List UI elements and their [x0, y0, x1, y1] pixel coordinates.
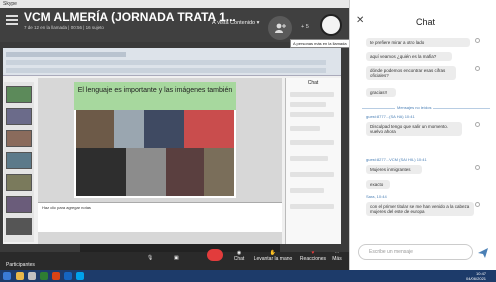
window-titlebar: Skype — [0, 0, 349, 8]
shared-chat-message — [290, 204, 334, 209]
camera-icon[interactable]: ▣ — [174, 255, 179, 261]
window-title: Skype — [3, 1, 17, 7]
taskbar-app-icon[interactable] — [16, 272, 24, 280]
mic-icon[interactable]: 🎙 — [147, 255, 153, 261]
chat-button[interactable]: ◉ Chat — [233, 250, 245, 262]
close-icon[interactable]: ✕ — [356, 15, 364, 26]
end-call-button[interactable] — [207, 249, 223, 261]
slide-photo — [76, 148, 126, 196]
slide-photo — [114, 110, 144, 148]
hamburger-menu-icon[interactable] — [6, 15, 18, 25]
slide-thumb[interactable] — [6, 86, 32, 103]
chat-message: te prefiere mirar a otro lado — [366, 38, 470, 47]
shared-chat-message — [290, 172, 334, 177]
avatar-tooltip: A personas más en la llamada — [290, 39, 351, 48]
shared-chat-message — [290, 112, 334, 117]
more-button[interactable]: ⋯ Más — [330, 250, 344, 262]
slide-photo — [76, 110, 114, 148]
react-icon[interactable] — [475, 38, 480, 43]
reactions-button[interactable]: ♥ Reacciones — [296, 250, 330, 262]
shared-chat-message — [290, 140, 334, 145]
slide-thumb[interactable] — [6, 174, 32, 191]
slide-thumb[interactable] — [6, 108, 32, 125]
message-input[interactable]: Escribe un mensaje — [358, 244, 473, 260]
slide-photo — [144, 110, 184, 148]
ribbon-tabs — [6, 52, 126, 57]
taskbar-clock: 10:47 04/06/2021 — [466, 271, 486, 281]
slide-thumb[interactable] — [6, 152, 32, 169]
slide-title: El lenguaje es importante y las imágenes… — [77, 87, 233, 94]
chat-label: Chat — [233, 256, 245, 262]
add-participant-button[interactable] — [268, 16, 292, 40]
reactions-label: Reacciones — [299, 256, 327, 262]
start-icon[interactable] — [3, 272, 11, 280]
ribbon-tools — [6, 60, 326, 65]
more-label: Más — [332, 256, 342, 262]
slide-thumb[interactable] — [6, 218, 32, 235]
taskbar-app-icon[interactable] — [40, 272, 48, 280]
skype-icon[interactable] — [76, 272, 84, 280]
slide-photo — [166, 148, 204, 196]
react-icon[interactable] — [475, 66, 480, 71]
content-view-label: À vista Contenido — [212, 20, 256, 26]
message-sender: Sara, 10:44 — [366, 194, 387, 199]
taskbar-app-icon[interactable] — [52, 272, 60, 280]
content-view-button[interactable]: À vista Contenido ▾ — [212, 20, 259, 26]
react-icon[interactable] — [475, 202, 480, 207]
chat-message: gracias!! — [366, 88, 396, 97]
send-icon[interactable] — [477, 246, 489, 258]
slide-thumb[interactable] — [6, 196, 32, 213]
message-sender: guest:8277...VCM (SAI HIL) 10:41 — [366, 157, 427, 162]
add-person-icon — [275, 23, 286, 33]
clock-date: 04/06/2021 — [466, 276, 487, 281]
slide-photo — [204, 148, 234, 196]
slide-thumb[interactable] — [6, 130, 32, 147]
shared-chat-message — [290, 188, 324, 193]
meeting-title: VCM ALMERÍA (JORNADA TRATA 1... — [24, 10, 236, 24]
slide-notes[interactable]: Haz clic para agregar notas — [38, 202, 282, 232]
screen-share-toolbar — [80, 244, 280, 252]
chat-message: con el primer titular se me han venido a… — [366, 202, 474, 216]
slide-photo — [184, 110, 234, 148]
chat-message: aquí veamos ¿quién es la mafia? — [366, 52, 452, 61]
participants-label: Participantes — [6, 262, 35, 268]
chat-message: Disculpad tengo que salir un momento. vu… — [366, 122, 462, 136]
meeting-subtitle: 7 de 12 en la llamada | 00:56 | 16 sujet… — [24, 25, 104, 30]
shared-chat-title: Chat — [307, 80, 319, 86]
participant-count: + 5 — [301, 24, 309, 30]
react-icon[interactable] — [475, 165, 480, 170]
avatar[interactable] — [320, 14, 342, 36]
chat-message: dónde podemos encontrar esas cifras ofic… — [366, 66, 456, 80]
raise-hand-button[interactable]: ✋ Levantar la mano — [252, 250, 294, 262]
raise-hand-label: Levantar la mano — [253, 256, 293, 262]
slide-photo — [126, 148, 166, 196]
shared-chat-message — [290, 102, 326, 107]
message-sender: guest:8777...(SA HA) 10:41 — [366, 114, 415, 119]
taskbar-app-icon[interactable] — [64, 272, 72, 280]
windows-taskbar — [0, 270, 496, 282]
shared-chat-message — [290, 92, 334, 97]
shared-chat-message — [290, 156, 328, 161]
participants-button[interactable]: Participantes — [6, 262, 35, 268]
unread-divider-label: Mensajes no leídos — [395, 105, 434, 110]
chat-title: Chat — [416, 17, 436, 27]
react-icon[interactable] — [475, 122, 480, 127]
shared-chat-message — [290, 126, 320, 131]
ribbon-tools-2 — [6, 68, 326, 73]
chat-message: Mujeres inmigrantes — [366, 165, 422, 174]
taskbar-app-icon[interactable] — [28, 272, 36, 280]
chat-message: exacto — [366, 180, 390, 189]
